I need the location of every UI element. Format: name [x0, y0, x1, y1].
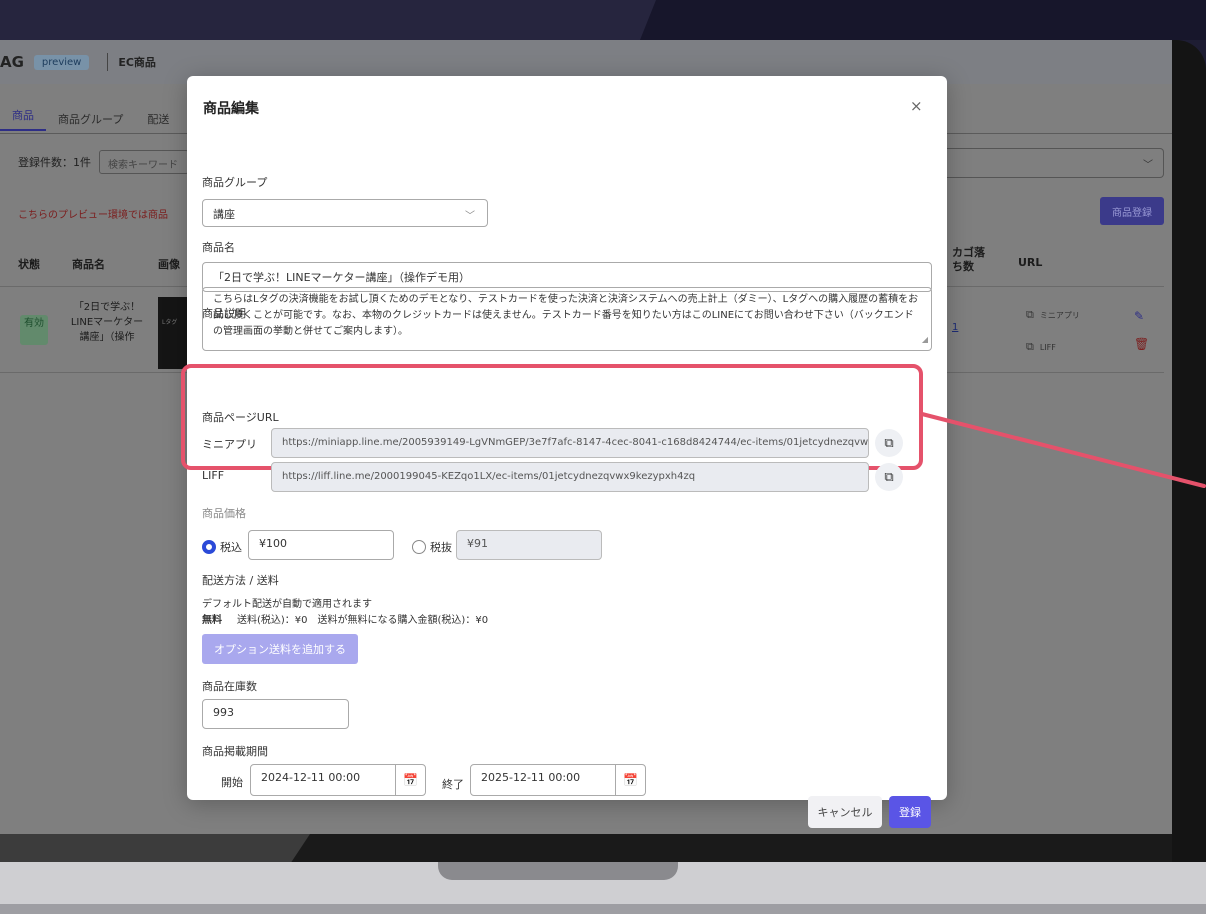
- group-select[interactable]: 講座 ﹀: [202, 199, 488, 227]
- tax-excluded-radio[interactable]: 税抜: [412, 539, 452, 555]
- description-text: こちらはLタグの決済機能をお試し頂くためのデモとなり、テストカードを使った決済と…: [213, 294, 919, 337]
- chevron-down-icon: ﹀: [1143, 160, 1153, 171]
- tab-shipping[interactable]: 配送: [135, 111, 181, 127]
- section-title: EC商品: [118, 56, 156, 69]
- url-miniapp-label: ミニアプリ: [1039, 310, 1080, 320]
- name-label: 商品名: [202, 241, 235, 254]
- url-liff-copy[interactable]: ⧉ LIFF: [1026, 340, 1056, 354]
- header-status: 状態: [18, 258, 40, 271]
- header-divider: [107, 53, 109, 71]
- header-url: URL: [1018, 256, 1043, 269]
- tax-excluded-label: 税抜: [430, 541, 452, 554]
- copy-liff-url-button[interactable]: ⧉: [875, 463, 903, 491]
- start-date-field[interactable]: 2024-12-11 00:00 📅: [250, 764, 426, 796]
- copy-icon: ⧉: [884, 435, 894, 451]
- shipping-detail-text: 送料(税込)：¥0 送料が無料になる購入金額(税込)：¥0: [237, 615, 489, 626]
- end-label: 終了: [442, 778, 464, 791]
- header-name: 商品名: [72, 258, 105, 271]
- page-url-label: 商品ページURL: [202, 411, 279, 424]
- shipping-label: 配送方法 / 送料: [202, 574, 279, 587]
- tab-products[interactable]: 商品: [0, 107, 46, 131]
- header-cart: カゴ落ち数: [952, 246, 985, 273]
- tax-excluded-price-field: ¥91: [456, 530, 602, 560]
- chevron-down-icon: ﹀: [465, 211, 475, 222]
- radio-selected-icon: [202, 540, 216, 554]
- add-option-shipping-button[interactable]: オプション送料を追加する: [202, 634, 358, 664]
- group-value: 講座: [213, 208, 235, 221]
- copy-icon: ⧉: [884, 469, 894, 485]
- env-badge: preview: [33, 54, 90, 70]
- tax-included-label: 税込: [220, 541, 242, 554]
- shipping-default-text: デフォルト配送が自動で適用されます: [202, 599, 372, 610]
- stock-label: 商品在庫数: [202, 680, 257, 693]
- modal-title: 商品編集: [203, 101, 259, 117]
- tab-product-groups[interactable]: 商品グループ: [46, 111, 135, 127]
- shipping-free-label: 無料: [202, 615, 222, 626]
- submit-button[interactable]: 登録: [889, 796, 931, 828]
- callout-arrow: [920, 412, 1206, 488]
- url-miniapp-copy[interactable]: ⧉ ミニアプリ: [1026, 308, 1080, 322]
- count-label: 登録件数：1件: [18, 156, 91, 169]
- product-thumbnail: Lタグ: [158, 297, 188, 369]
- count-row: 登録件数：1件 検索キーワード: [18, 150, 189, 174]
- preview-warning: こちらのプレビュー環境では商品: [18, 210, 168, 221]
- end-date-field[interactable]: 2025-12-11 00:00 📅: [470, 764, 646, 796]
- radio-unselected-icon: [412, 540, 426, 554]
- period-label: 商品掲載期間: [202, 745, 268, 758]
- trash-icon[interactable]: 🗑: [1134, 337, 1149, 351]
- background-shape: [640, 0, 1206, 40]
- search-input[interactable]: 検索キーワード: [99, 150, 189, 174]
- edit-product-modal: 商品編集 × 商品グループ 講座 ﹀ 商品名 「2日で学ぶ！LINEマーケター講…: [181, 76, 947, 828]
- calendar-icon[interactable]: 📅: [615, 765, 645, 795]
- start-label: 開始: [221, 776, 243, 789]
- laptop-bottom-light: [0, 834, 310, 862]
- url-liff-label: LIFF: [1039, 342, 1056, 352]
- resize-handle-icon[interactable]: ◢: [922, 332, 928, 348]
- register-product-button[interactable]: 商品登録: [1100, 197, 1164, 225]
- filter-select[interactable]: ﹀: [946, 148, 1164, 178]
- laptop-notch: [438, 862, 678, 880]
- copy-icon: ⧉: [1026, 308, 1034, 321]
- edit-icon[interactable]: ✎: [1134, 309, 1144, 323]
- tax-included-radio[interactable]: 税込: [202, 539, 242, 555]
- end-date-value: 2025-12-11 00:00: [481, 771, 581, 784]
- copy-icon: ⧉: [1026, 340, 1034, 353]
- stock-field[interactable]: 993: [202, 699, 349, 729]
- liff-url-field[interactable]: https://liff.line.me/2000199045-KEZqo1LX…: [271, 462, 869, 492]
- calendar-icon[interactable]: 📅: [395, 765, 425, 795]
- miniapp-url-field[interactable]: https://miniapp.line.me/2005939149-LgVNm…: [271, 428, 869, 458]
- start-date-value: 2024-12-11 00:00: [261, 771, 361, 784]
- price-label: 商品価格: [202, 507, 246, 520]
- description-textarea[interactable]: こちらはLタグの決済機能をお試し頂くためのデモとなり、テストカードを使った決済と…: [202, 287, 932, 351]
- row-product-name: 「2日で学ぶ！LINEマーケター講座」（操作: [70, 302, 144, 343]
- status-badge: 有効: [20, 315, 48, 345]
- group-label: 商品グループ: [202, 176, 268, 189]
- cart-count-link[interactable]: 1: [952, 322, 958, 333]
- close-icon[interactable]: ×: [910, 97, 923, 115]
- copy-miniapp-url-button[interactable]: ⧉: [875, 429, 903, 457]
- cancel-button[interactable]: キャンセル: [808, 796, 882, 828]
- header-image: 画像: [158, 258, 180, 271]
- miniapp-label: ミニアプリ: [202, 438, 257, 451]
- app-logo: AG: [0, 53, 24, 71]
- liff-label: LIFF: [202, 469, 225, 482]
- tax-included-price-field[interactable]: ¥100: [248, 530, 394, 560]
- laptop-base-shade: [0, 904, 1206, 914]
